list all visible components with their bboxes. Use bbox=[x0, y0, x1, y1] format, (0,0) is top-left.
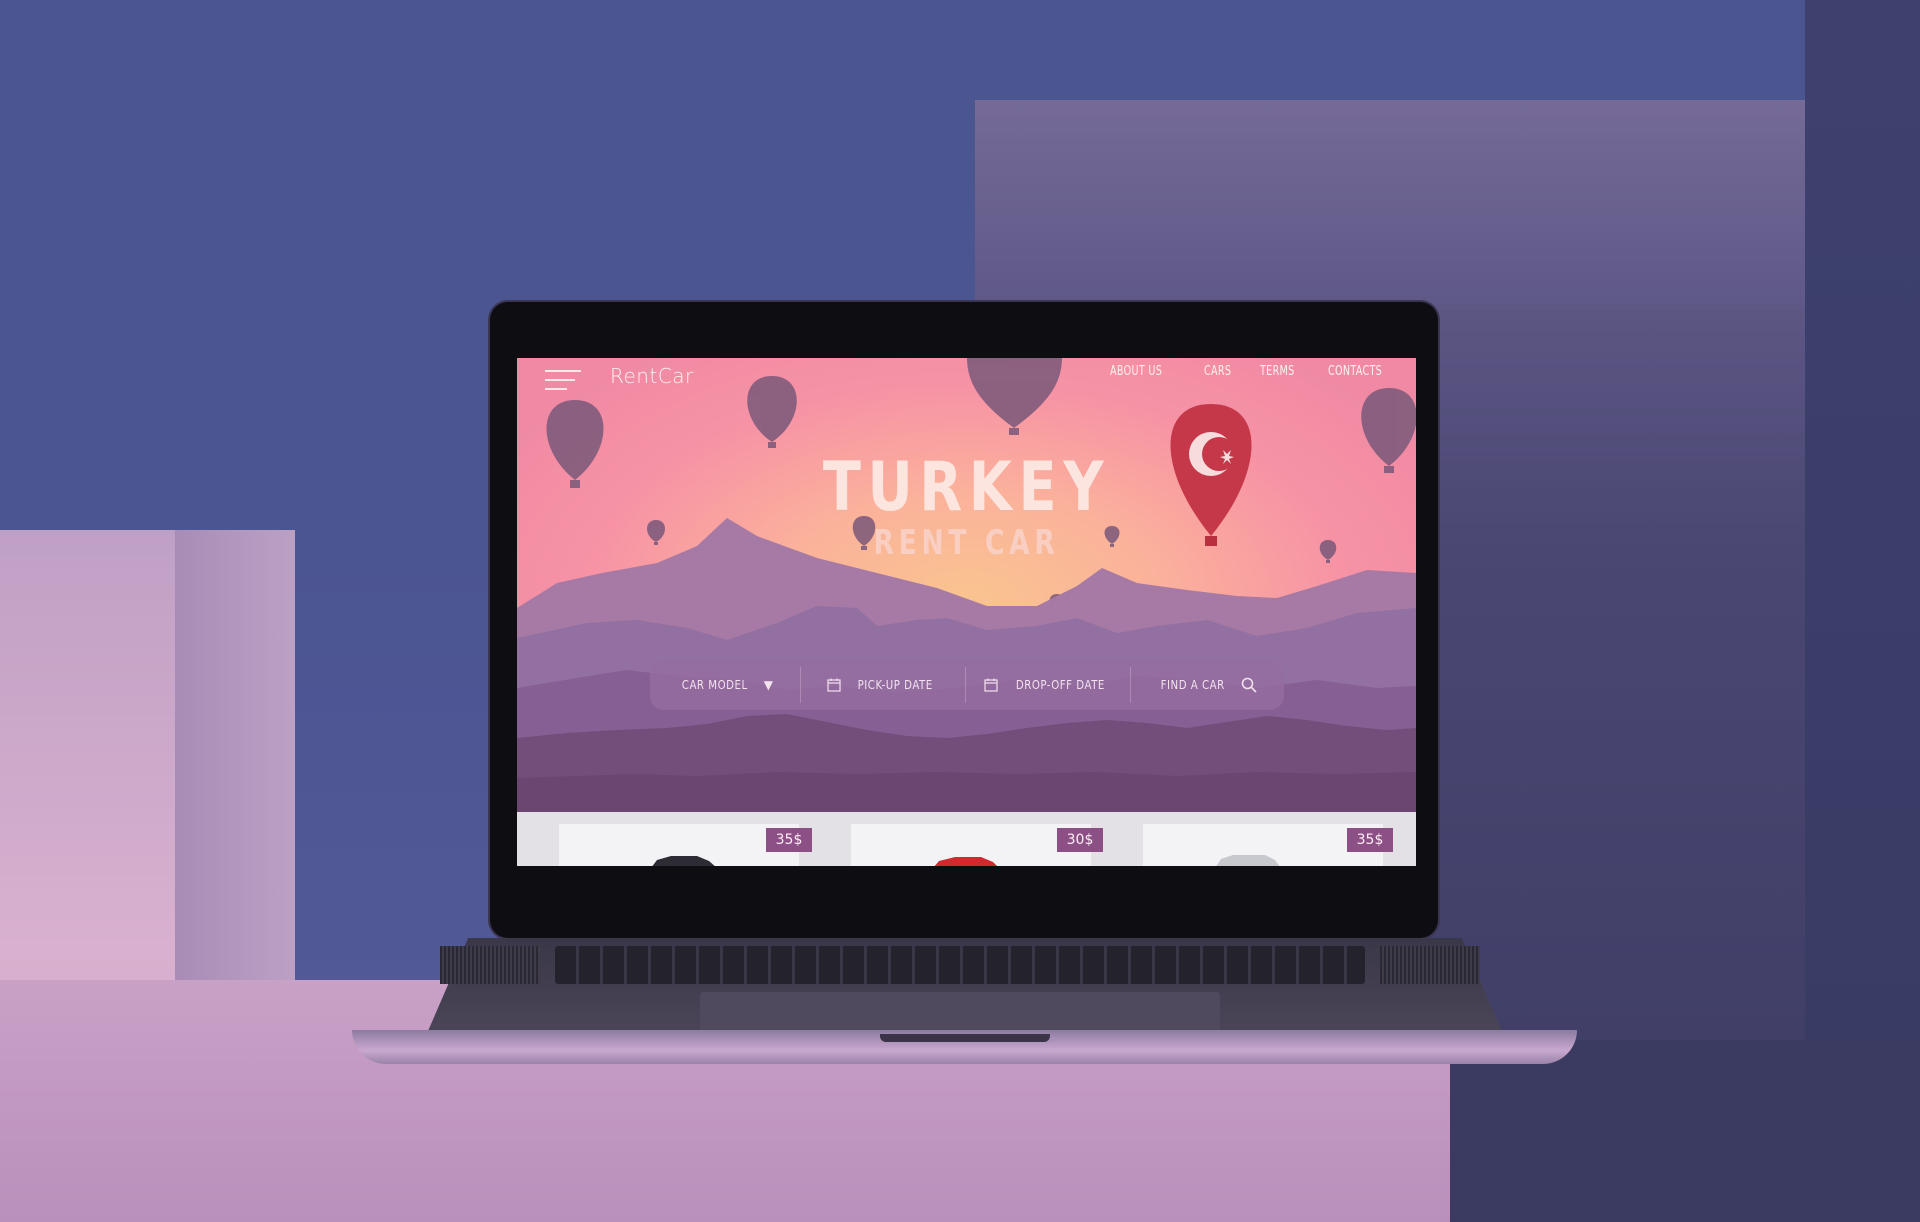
find-car-label: FIND A CAR bbox=[1160, 678, 1226, 692]
pickup-date-label: PICK-UP DATE bbox=[857, 678, 933, 692]
laptop-screen: RentCar ABOUT US CARS TERMS CONTACTS TUR… bbox=[517, 358, 1416, 866]
speaker-grille-left bbox=[440, 946, 540, 984]
pickup-date-field[interactable]: PICK-UP DATE bbox=[801, 660, 965, 710]
hamburger-menu-icon[interactable] bbox=[545, 368, 581, 392]
balloon-icon bbox=[1361, 388, 1416, 473]
background-block-right-side bbox=[1805, 0, 1920, 1222]
nav-about-us[interactable]: ABOUT US bbox=[1110, 364, 1171, 379]
dropoff-date-field[interactable]: DROP-OFF DATE bbox=[966, 660, 1130, 710]
speaker-grille-right bbox=[1380, 946, 1480, 984]
car-card[interactable]: 30$ bbox=[851, 824, 1103, 866]
car-image bbox=[934, 857, 997, 866]
hero-illustration bbox=[517, 358, 1416, 866]
brand-logo[interactable]: RentCar bbox=[610, 364, 694, 388]
laptop-notch bbox=[880, 1034, 1050, 1042]
nav-contacts[interactable]: CONTACTS bbox=[1328, 364, 1385, 379]
search-icon bbox=[1241, 677, 1257, 693]
car-cards-strip: 35$ 30$ 35$ bbox=[517, 812, 1416, 866]
car-search-bar: CAR MODEL ▼ PICK-UP DATE DROP-OFF DATE F… bbox=[650, 660, 1284, 710]
price-badge: 30$ bbox=[1057, 828, 1103, 852]
balloon-icon bbox=[1319, 540, 1337, 563]
car-card[interactable]: 35$ bbox=[1143, 824, 1393, 866]
product-mockup-scene: RentCar ABOUT US CARS TERMS CONTACTS TUR… bbox=[0, 0, 1920, 1222]
keyboard bbox=[555, 946, 1365, 984]
hero-title: TURKEY bbox=[822, 448, 1111, 527]
price-badge: 35$ bbox=[766, 828, 812, 852]
car-card[interactable]: 35$ bbox=[559, 824, 812, 866]
nav-links: ABOUT US CARS TERMS CONTACTS bbox=[1110, 364, 1398, 379]
background-block-left-face bbox=[175, 530, 295, 1050]
hero-subtitle: RENT CAR bbox=[873, 523, 1060, 563]
dropoff-date-label: DROP-OFF DATE bbox=[1015, 678, 1105, 692]
find-car-button[interactable]: FIND A CAR bbox=[1131, 660, 1281, 710]
car-model-label: CAR MODEL bbox=[682, 678, 748, 692]
top-navigation: RentCar ABOUT US CARS TERMS CONTACTS bbox=[517, 358, 1416, 398]
calendar-icon bbox=[827, 678, 841, 692]
price-badge: 35$ bbox=[1347, 828, 1393, 852]
background-ledge-right bbox=[1450, 1040, 1920, 1222]
car-image bbox=[652, 856, 715, 866]
balloon-icon bbox=[546, 400, 604, 488]
car-model-select[interactable]: CAR MODEL ▼ bbox=[650, 660, 800, 710]
nav-terms[interactable]: TERMS bbox=[1260, 364, 1299, 379]
trackpad bbox=[700, 992, 1220, 1034]
caret-down-icon: ▼ bbox=[763, 678, 774, 692]
car-image bbox=[1216, 855, 1280, 866]
background-block-right-top bbox=[975, 100, 1805, 310]
nav-cars[interactable]: CARS bbox=[1204, 364, 1234, 379]
calendar-icon bbox=[984, 678, 998, 692]
